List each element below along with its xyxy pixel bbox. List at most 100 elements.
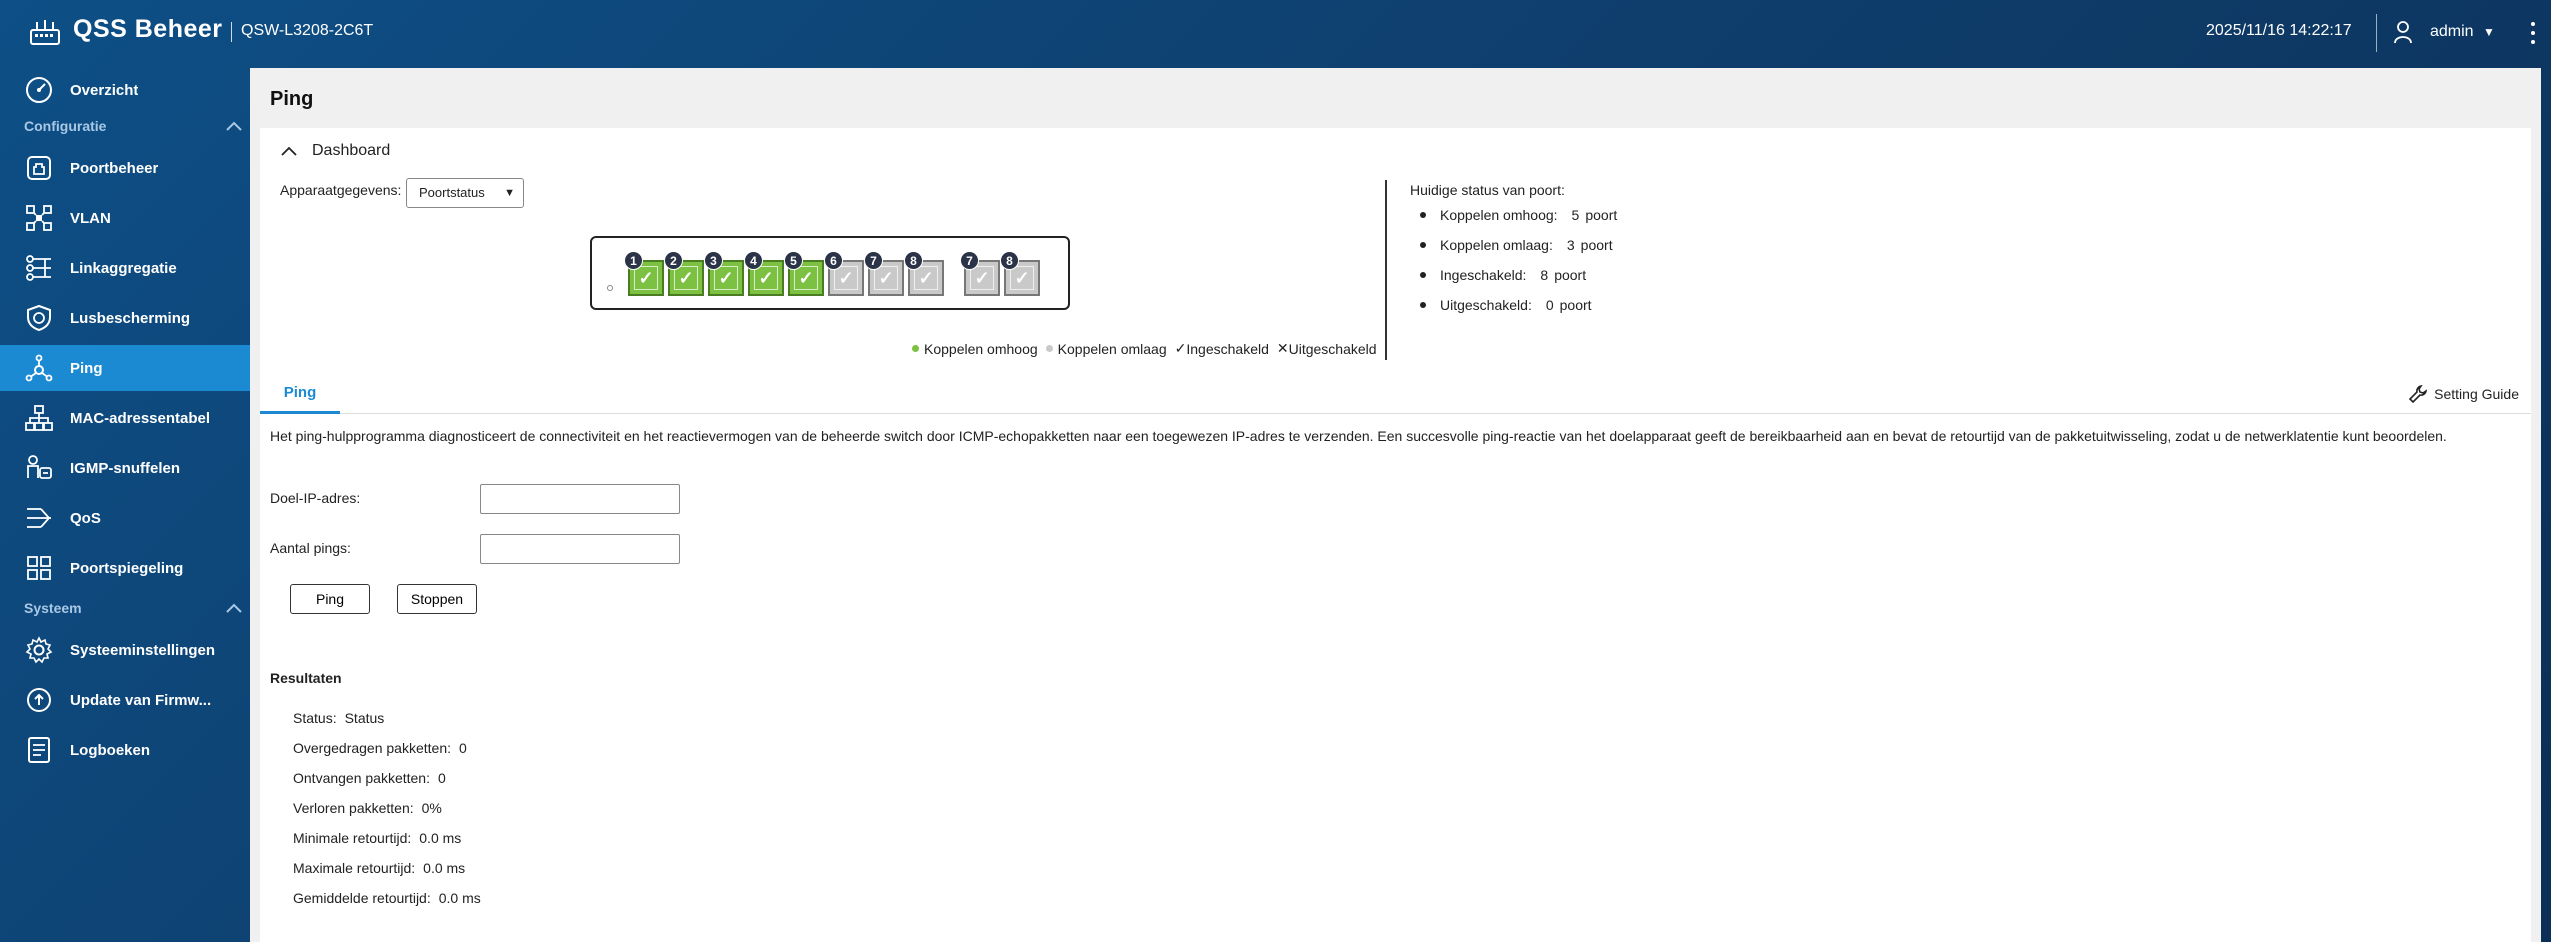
result-value: 0.0 ms: [423, 860, 466, 876]
result-label: Overgedragen pakketten:: [293, 740, 451, 756]
result-value: 0: [438, 770, 446, 786]
legend-link-down: Koppelen omlaag: [1057, 340, 1167, 357]
more-menu-icon[interactable]: [2528, 20, 2538, 46]
result-label: Maximale retourtijd:: [293, 860, 416, 876]
port-number-badge: 7: [960, 251, 979, 270]
status-label: Koppelen omhoog:: [1440, 207, 1558, 223]
chevron-up-icon[interactable]: [226, 603, 242, 613]
ping-panel: Ping Setting Guide Het ping-hulpprogramm…: [260, 374, 2531, 942]
dashboard-toggle[interactable]: Dashboard: [280, 142, 390, 160]
port-number-badge: 1: [624, 251, 643, 270]
sidebar-item-mac-table[interactable]: MAC-adressentabel: [0, 395, 250, 441]
target-ip-label: Doel-IP-adres:: [270, 490, 361, 506]
link-up-dot-icon: [912, 345, 919, 352]
port-number-badge: 4: [744, 251, 763, 270]
result-label: Gemiddelde retourtijd:: [293, 890, 431, 906]
port-number-badge: 5: [784, 251, 803, 270]
status-unit: poort: [1554, 267, 1587, 283]
status-label: Uitgeschakeld:: [1440, 297, 1532, 313]
status-unit: poort: [1580, 237, 1613, 253]
sidebar-item-port-mirroring[interactable]: Poortspiegeling: [0, 545, 250, 591]
status-value: 8: [1540, 267, 1549, 283]
status-value: 0: [1545, 297, 1554, 313]
qos-icon: [24, 503, 54, 533]
chevron-up-icon[interactable]: [280, 145, 298, 157]
device-name: QSW-L3208-2C6T: [241, 22, 374, 39]
sidebar-item-label: Update van Firmw...: [70, 691, 212, 709]
tab-bar: Ping Setting Guide: [260, 374, 2531, 414]
ping-button[interactable]: Ping: [290, 584, 370, 614]
check-icon: ✓: [714, 266, 738, 290]
status-unit: poort: [1559, 297, 1592, 313]
device-info-label: Apparaatgegevens:: [280, 182, 402, 198]
section-config-label: Configuratie: [24, 118, 107, 134]
check-icon: ✓: [874, 266, 898, 290]
check-icon: ✓: [794, 266, 818, 290]
user-icon[interactable]: [2393, 20, 2413, 44]
result-row-avg-rtt: Gemiddelde retourtijd: 0.0 ms: [293, 890, 481, 906]
tab-ping[interactable]: Ping: [260, 374, 340, 414]
sidebar-item-label: VLAN: [70, 209, 111, 227]
port-number-badge: 3: [704, 251, 723, 270]
sidebar: Overzicht Configuratie Poortbeheer VLAN …: [0, 66, 250, 942]
sidebar-item-overview[interactable]: Overzicht: [0, 67, 250, 113]
ping-count-label: Aantal pings:: [270, 540, 351, 556]
section-system-label: Systeem: [24, 600, 82, 616]
sidebar-item-port-management[interactable]: Poortbeheer: [0, 145, 250, 191]
sidebar-item-label: Poortbeheer: [70, 159, 159, 177]
section-system[interactable]: Systeem: [24, 596, 242, 620]
caret-down-icon[interactable]: ▼: [2483, 25, 2495, 39]
chevron-up-icon[interactable]: [226, 121, 242, 131]
check-icon: ✓: [834, 266, 858, 290]
setting-guide-link[interactable]: Setting Guide: [2408, 384, 2519, 404]
sidebar-item-link-aggregation[interactable]: Linkaggregatie: [0, 245, 250, 291]
gear-icon: [24, 635, 54, 665]
app-title: QSS Beheer: [73, 15, 223, 43]
list-item: Uitgeschakeld: 0 poort: [1420, 290, 1617, 320]
igmp-icon: [24, 453, 54, 483]
check-icon: ✓: [1174, 340, 1187, 356]
list-item: Koppelen omhoog: 5 poort: [1420, 200, 1617, 230]
result-value: Status: [344, 710, 385, 726]
sidebar-item-loop-protection[interactable]: Lusbescherming: [0, 295, 250, 341]
stop-button[interactable]: Stoppen: [397, 584, 477, 614]
sidebar-item-qos[interactable]: QoS: [0, 495, 250, 541]
status-value: 5: [1571, 207, 1580, 223]
sidebar-item-label: Overzicht: [70, 81, 139, 99]
sidebar-item-igmp[interactable]: IGMP-snuffelen: [0, 445, 250, 491]
dashboard-gauge-icon: [24, 75, 54, 105]
port-status-title: Huidige status van poort:: [1410, 182, 1565, 198]
port-mirror-icon: [24, 553, 54, 583]
device-info-dropdown[interactable]: Poortstatus ▼: [406, 178, 524, 208]
result-row-status: Status: Status: [293, 710, 384, 726]
status-value: 3: [1566, 237, 1575, 253]
legend-disabled: Uitgeschakeld: [1288, 340, 1377, 357]
legend-enabled: Ingeschakeld: [1186, 340, 1269, 357]
section-config[interactable]: Configuratie: [24, 114, 242, 138]
shield-icon: [24, 303, 54, 333]
username[interactable]: admin: [2430, 23, 2474, 41]
sidebar-item-ping[interactable]: Ping: [0, 345, 250, 391]
sidebar-item-vlan[interactable]: VLAN: [0, 195, 250, 241]
port-icon: [24, 153, 54, 183]
check-icon: ✓: [1010, 266, 1034, 290]
sidebar-item-logs[interactable]: Logboeken: [0, 727, 250, 773]
datetime: 2025/11/16 14:22:17: [2206, 22, 2352, 39]
ping-description: Het ping-hulpprogramma diagnosticeert de…: [270, 428, 2447, 444]
port-legend: Koppelen omhoog Koppelen omlaag ✓ Ingesc…: [912, 340, 1385, 357]
link-down-dot-icon: [1045, 345, 1053, 352]
sidebar-item-system-settings[interactable]: Systeeminstellingen: [0, 627, 250, 673]
check-icon: ✓: [970, 266, 994, 290]
result-value: 0.0 ms: [419, 830, 462, 846]
target-ip-input[interactable]: [480, 484, 680, 514]
ping-count-input[interactable]: [480, 534, 680, 564]
sidebar-item-firmware-update[interactable]: Update van Firmw...: [0, 677, 250, 723]
result-row-received: Ontvangen pakketten: 0: [293, 770, 446, 786]
title-divider: [231, 22, 232, 42]
check-icon: ✓: [634, 266, 658, 290]
results-title: Resultaten: [270, 670, 342, 686]
vlan-icon: [24, 203, 54, 233]
port-number-badge: 2: [664, 251, 683, 270]
result-value: 0.0 ms: [438, 890, 481, 906]
panel-divider: [1385, 180, 1387, 360]
